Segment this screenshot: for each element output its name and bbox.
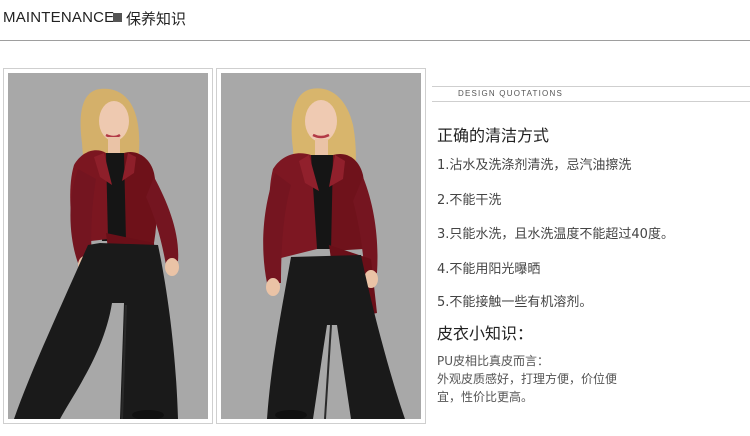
model-photo-front xyxy=(8,73,208,419)
header-title-en: MAINTENANCE xyxy=(3,9,115,26)
photo-frame-three-quarter xyxy=(216,68,426,424)
header: MAINTENANCE 保养知识 xyxy=(0,0,750,40)
cleaning-item: 3.只能水洗，且水洗温度不能超过40度。 xyxy=(437,227,674,242)
design-quotations-rule-bottom xyxy=(432,101,750,102)
photo-frame-front xyxy=(3,68,213,424)
knowledge-line: 外观皮质感好，打理方便，价位便 xyxy=(437,372,618,386)
cleaning-item: 4.不能用阳光曝晒 xyxy=(437,262,541,277)
design-quotations-label: DESIGN QUOTATIONS xyxy=(458,89,563,98)
model-photo-three-quarter xyxy=(221,73,421,419)
knowledge-title: 皮衣小知识： xyxy=(437,324,534,343)
knowledge-line: 宜，性价比更高。 xyxy=(437,390,534,404)
header-square-icon xyxy=(113,13,122,22)
cleaning-item: 2.不能干洗 xyxy=(437,193,502,208)
cleaning-title: 正确的清洁方式 xyxy=(437,126,550,145)
knowledge-text: PU皮相比真皮而言： 外观皮质感好，打理方便，价位便 宜，性价比更高。 xyxy=(437,352,682,406)
cleaning-item: 1.沾水及洗涤剂清洗，忌汽油擦洗 xyxy=(437,158,632,173)
header-title-cn: 保养知识 xyxy=(126,10,187,28)
header-divider xyxy=(0,40,750,41)
design-quotations-rule-top xyxy=(432,86,750,87)
cleaning-item: 5.不能接触一些有机溶剂。 xyxy=(437,295,593,310)
knowledge-line: PU皮相比真皮而言： xyxy=(437,354,550,368)
